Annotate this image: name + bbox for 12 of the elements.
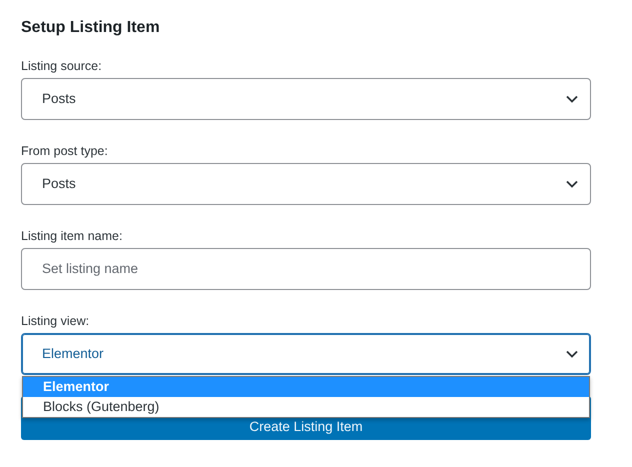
chevron-down-icon [566, 350, 578, 358]
dropdown-option[interactable]: Blocks (Gutenberg) [23, 397, 589, 417]
field-label: Listing item name: [21, 228, 122, 244]
form-title: Setup Listing Item [21, 18, 160, 38]
text-field[interactable]: Set listing name [21, 248, 591, 290]
field-label: From post type: [21, 143, 108, 159]
field-label: Listing source: [21, 58, 102, 74]
chevron-down-icon [566, 180, 578, 188]
chevron-down-icon [566, 95, 578, 103]
field-label: Listing view: [21, 313, 90, 329]
select-field[interactable]: Posts [21, 163, 591, 205]
select-field[interactable]: Posts [21, 78, 591, 120]
